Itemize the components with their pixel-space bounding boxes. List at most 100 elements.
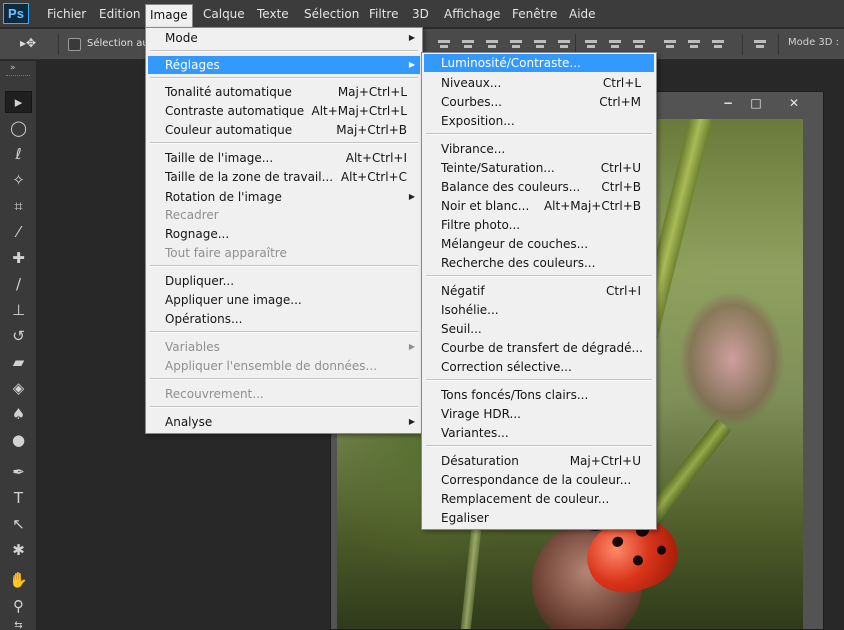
menu-item-egaliser[interactable]: Egaliser xyxy=(424,509,654,527)
menu-3d[interactable]: 3D xyxy=(408,5,433,23)
menu-filtre[interactable]: Filtre xyxy=(365,5,402,23)
menu-item-negatif[interactable]: Négatif Ctrl+I xyxy=(424,282,654,300)
eraser-icon[interactable]: ▰ xyxy=(5,351,32,373)
photoshop-logo: Ps xyxy=(3,3,29,24)
paint-bucket-icon[interactable]: ◈ xyxy=(5,377,32,399)
menu-calque[interactable]: Calque xyxy=(199,5,249,23)
menu-item-tons-fonces-clairs[interactable]: Tons foncés/Tons clairs... xyxy=(424,386,654,404)
options-divider xyxy=(742,34,743,55)
menu-item-appliquer-image[interactable]: Appliquer une image... xyxy=(148,291,420,309)
menu-item-luminosite-contraste[interactable]: Luminosité/Contraste... xyxy=(424,54,654,72)
menu-item-reglages[interactable]: Réglages ▶ xyxy=(148,56,420,74)
auto-align-layers-icon[interactable] xyxy=(753,38,767,51)
marquee-icon[interactable]: ◯ xyxy=(5,117,32,139)
menu-item-teinte-saturation[interactable]: Teinte/Saturation... Ctrl+U xyxy=(424,159,654,177)
options-divider xyxy=(778,34,779,55)
minimize-icon[interactable]: − xyxy=(715,95,741,112)
distribute-left-icon[interactable] xyxy=(663,38,677,51)
menu-bar: Ps Fichier Edition Image Calque Texte Sé… xyxy=(0,0,844,28)
panel-grip[interactable] xyxy=(6,75,30,78)
menu-affichage[interactable]: Affichage xyxy=(440,5,504,23)
menu-item-analyse[interactable]: Analyse ▶ xyxy=(148,413,420,431)
reglages-submenu: Luminosité/Contraste... Niveaux... Ctrl+L… xyxy=(421,52,657,530)
history-brush-icon[interactable]: ↺ xyxy=(5,325,32,347)
eyedropper-icon[interactable]: ⁄ xyxy=(5,221,32,243)
swap-colors-icon[interactable]: ⇆ xyxy=(5,619,32,630)
crop-icon[interactable]: ⌗ xyxy=(5,195,32,217)
menu-item-taille-zone[interactable]: Taille de la zone de travail... Alt+Ctrl+… xyxy=(148,168,420,186)
align-bottom-icon[interactable] xyxy=(485,38,499,51)
hand-icon[interactable]: ✋ xyxy=(5,569,32,591)
menu-item-remplacement-couleur[interactable]: Remplacement de couleur... xyxy=(424,490,654,508)
menu-item-variantes[interactable]: Variantes... xyxy=(424,424,654,442)
menu-item-operations[interactable]: Opérations... xyxy=(148,310,420,328)
path-selection-icon[interactable]: ↖ xyxy=(5,513,32,535)
options-divider xyxy=(58,34,59,55)
lasso-icon[interactable]: ℓ xyxy=(5,143,32,165)
menu-item-recherche-couleurs[interactable]: Recherche des couleurs... xyxy=(424,254,654,272)
menu-fenetre[interactable]: Fenêtre xyxy=(508,5,561,23)
menu-item-dupliquer[interactable]: Dupliquer... xyxy=(148,272,420,290)
mode-3d-label: Mode 3D : xyxy=(788,37,840,48)
align-top-icon[interactable] xyxy=(437,38,451,51)
menu-image[interactable]: Image xyxy=(145,4,193,27)
menu-separator xyxy=(150,378,418,380)
menu-item-virage-hdr[interactable]: Virage HDR... xyxy=(424,405,654,423)
menu-item-couleur-auto[interactable]: Couleur automatique Maj+Ctrl+B xyxy=(148,121,420,139)
type-icon[interactable]: T xyxy=(5,487,32,509)
maximize-icon[interactable]: □ xyxy=(743,95,769,112)
align-vertical-center-icon[interactable] xyxy=(461,38,475,51)
distribute-horizontal-center-icon[interactable] xyxy=(687,38,701,51)
move-icon[interactable]: ▸ xyxy=(5,91,32,113)
dodge-icon[interactable]: ● xyxy=(5,429,32,451)
menu-item-courbes[interactable]: Courbes... Ctrl+M xyxy=(424,93,654,111)
menu-item-niveaux[interactable]: Niveaux... Ctrl+L xyxy=(424,74,654,92)
close-icon[interactable]: ✕ xyxy=(781,95,807,112)
menu-separator xyxy=(150,406,418,408)
menu-item-courbe-transfert[interactable]: Courbe de transfert de dégradé... xyxy=(424,339,654,357)
distribute-bottom-icon[interactable] xyxy=(632,38,646,51)
menu-item-noir-blanc[interactable]: Noir et blanc... Alt+Maj+Ctrl+B xyxy=(424,197,654,215)
menu-item-rognage[interactable]: Rognage... xyxy=(148,225,420,243)
zoom-icon[interactable]: ⚲ xyxy=(5,595,32,617)
align-left-icon[interactable] xyxy=(509,38,523,51)
menu-item-correction-selective[interactable]: Correction sélective... xyxy=(424,358,654,376)
menu-item-mode[interactable]: Mode ▶ xyxy=(148,29,420,47)
menu-item-taille-image[interactable]: Taille de l'image... Alt+Ctrl+I xyxy=(148,149,420,167)
menu-item-contraste-auto[interactable]: Contraste automatique Alt+Maj+Ctrl+L xyxy=(148,102,420,120)
menu-fichier[interactable]: Fichier xyxy=(43,5,90,23)
auto-select-checkbox[interactable] xyxy=(68,38,81,51)
menu-item-seuil[interactable]: Seuil... xyxy=(424,320,654,338)
custom-shape-icon[interactable]: ✱ xyxy=(5,539,32,561)
clone-stamp-icon[interactable]: ⊥ xyxy=(5,299,32,321)
pen-icon[interactable]: ✒ xyxy=(5,461,32,483)
menu-item-isohelie[interactable]: Isohélie... xyxy=(424,301,654,319)
image-menu-dropdown: Mode ▶ Réglages ▶ Tonalité automatique Maj+… xyxy=(145,27,423,434)
collapse-panel-icon[interactable]: » xyxy=(10,63,15,73)
menu-separator xyxy=(150,142,418,144)
distribute-right-icon[interactable] xyxy=(711,38,725,51)
healing-brush-icon[interactable]: ✚ xyxy=(5,247,32,269)
menu-item-exposition[interactable]: Exposition... xyxy=(424,112,654,130)
align-horizontal-center-icon[interactable] xyxy=(533,38,547,51)
distribute-vertical-center-icon[interactable] xyxy=(608,38,622,51)
menu-texte[interactable]: Texte xyxy=(253,5,293,23)
menu-item-melangeur-couches[interactable]: Mélangeur de couches... xyxy=(424,235,654,253)
menu-aide[interactable]: Aide xyxy=(565,5,600,23)
blur-icon[interactable]: ♠ xyxy=(5,403,32,425)
magic-wand-icon[interactable]: ✧ xyxy=(5,169,32,191)
menu-item-desaturation[interactable]: Désaturation Maj+Ctrl+U xyxy=(424,452,654,470)
menu-item-tonalite-auto[interactable]: Tonalité automatique Maj+Ctrl+L xyxy=(148,83,420,101)
align-right-icon[interactable] xyxy=(557,38,571,51)
menu-item-variables: Variables ▶ xyxy=(165,340,415,354)
move-tool-preset-icon[interactable]: ▸✥ xyxy=(20,36,42,52)
menu-item-vibrance[interactable]: Vibrance... xyxy=(424,140,654,158)
menu-item-filtre-photo[interactable]: Filtre photo... xyxy=(424,216,654,234)
menu-item-correspondance-couleur[interactable]: Correspondance de la couleur... xyxy=(424,471,654,489)
menu-item-balance-couleurs[interactable]: Balance des couleurs... Ctrl+B xyxy=(424,178,654,196)
distribute-top-icon[interactable] xyxy=(584,38,598,51)
menu-edition[interactable]: Edition xyxy=(95,5,145,23)
brush-icon[interactable]: ∕ xyxy=(5,273,32,295)
menu-selection[interactable]: Sélection xyxy=(300,5,363,23)
menu-item-rotation[interactable]: Rotation de l'image ▶ xyxy=(148,188,420,206)
